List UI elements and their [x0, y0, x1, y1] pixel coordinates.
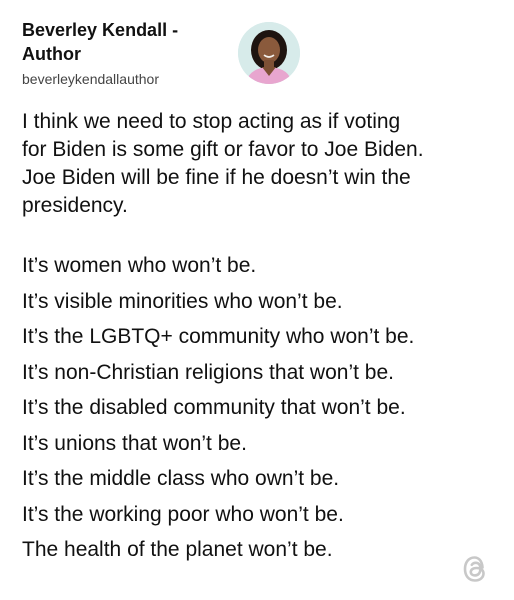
- post-list-line: It’s visible minorities who won’t be.: [22, 289, 343, 313]
- avatar-image: [238, 22, 300, 84]
- author-avatar[interactable]: [238, 22, 300, 84]
- post-intro: I think we need to stop acting as if vot…: [22, 108, 502, 220]
- post-list-line: It’s unions that won’t be.: [22, 431, 247, 455]
- post-list-line: The health of the planet won’t be.: [22, 538, 333, 561]
- post-list-line: It’s non-Christian religions that won’t …: [22, 360, 394, 384]
- post-intro-line: for Biden is some gift or favor to Joe B…: [22, 138, 424, 161]
- post-intro-line: presidency.: [22, 194, 128, 217]
- post-list-line: It’s the middle class who own’t be.: [22, 467, 340, 490]
- author-name-line-1: Beverley Kendall -: [22, 20, 179, 40]
- post-intro-line: Joe Biden will be fine if he doesn’t win…: [22, 166, 411, 189]
- post-body: I think we need to stop acting as if vot…: [22, 108, 502, 568]
- post-list: It’s women who won’t be. It’s visible mi…: [22, 248, 502, 568]
- author-name-line-2: Author: [22, 44, 81, 64]
- post-list-line: It’s women who won’t be.: [22, 254, 257, 277]
- post-list-line: It’s the disabled community that won’t b…: [22, 396, 406, 419]
- post-list-line: It’s the LGBTQ+ community who won’t be.: [22, 325, 415, 348]
- threads-logo-icon: [458, 552, 492, 586]
- post-list-line: It’s the working poor who won’t be.: [22, 502, 344, 526]
- post-intro-line: I think we need to stop acting as if vot…: [22, 110, 401, 133]
